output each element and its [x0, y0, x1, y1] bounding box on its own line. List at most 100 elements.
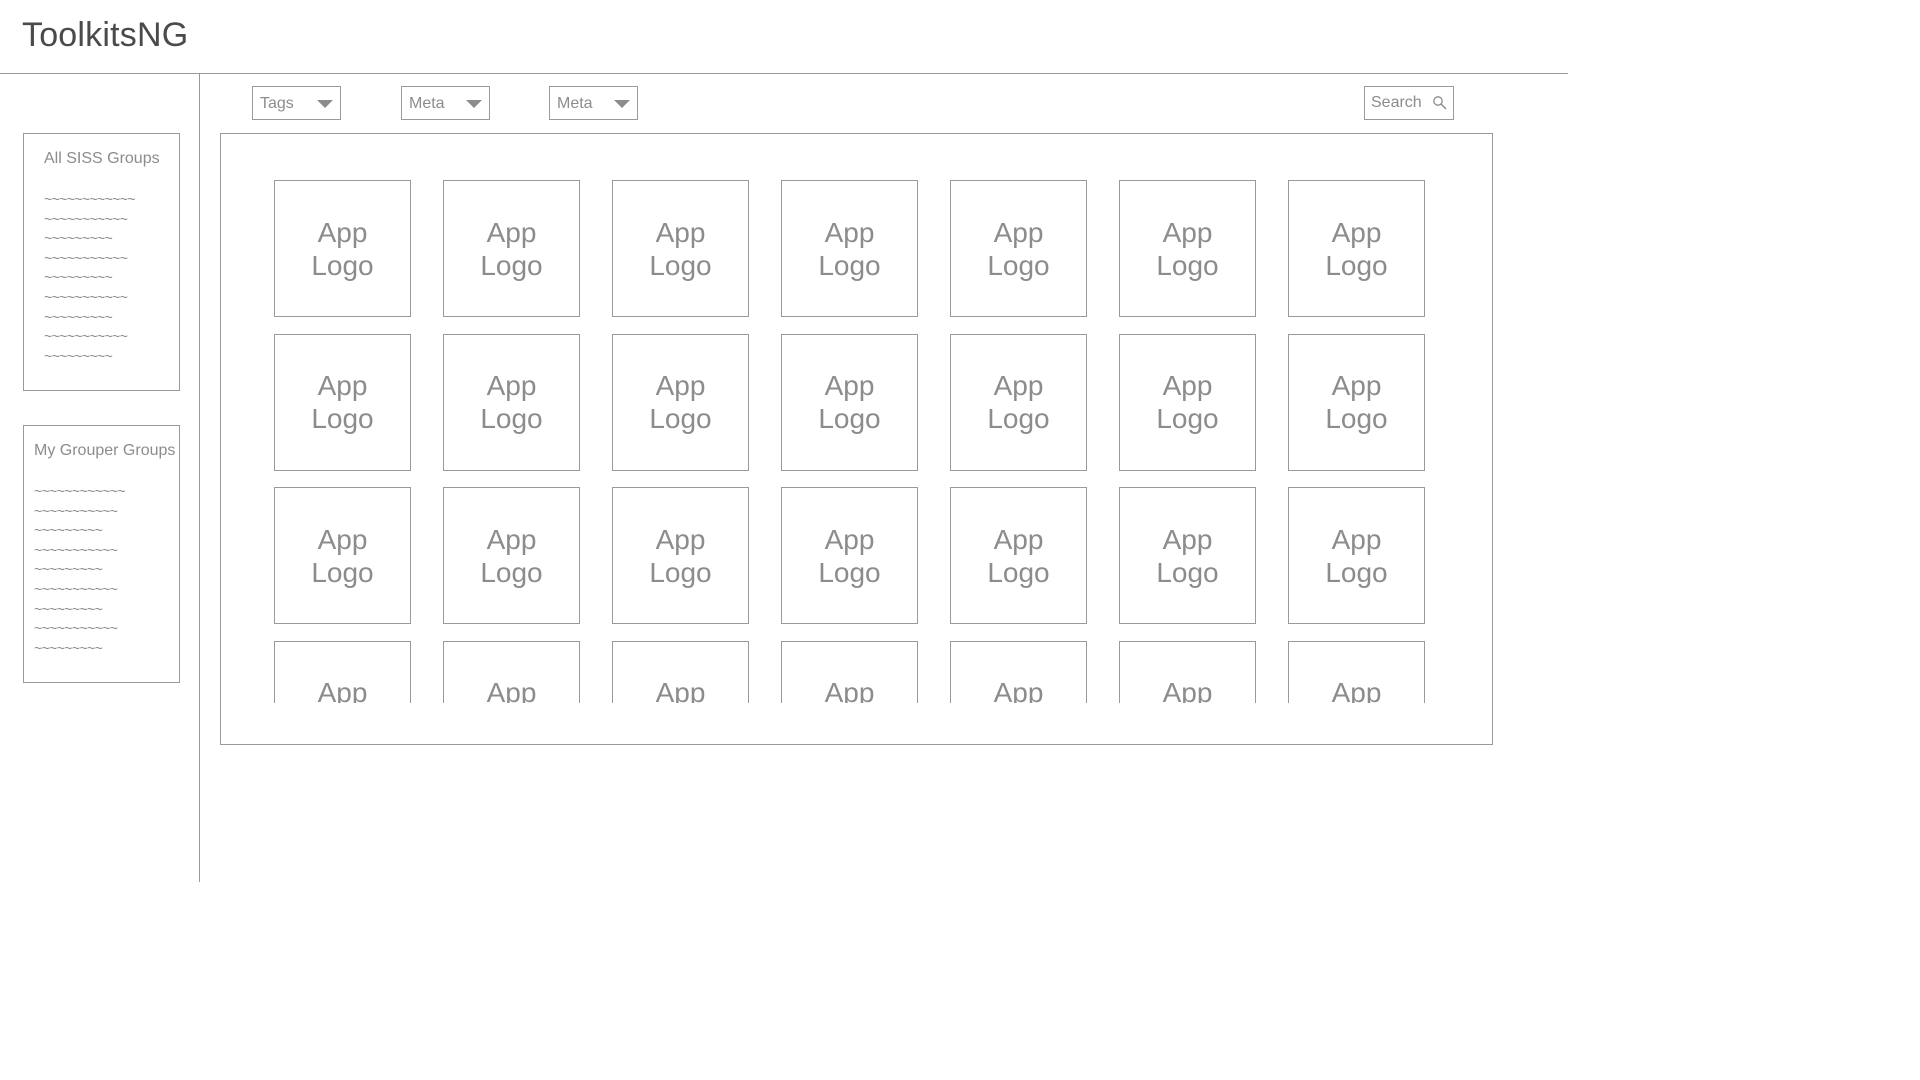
grouper-group-item[interactable]: ~~~~~~~~~~~ — [34, 619, 125, 639]
app-logo-tile[interactable]: AppLogo — [950, 487, 1087, 624]
siss-group-item[interactable]: ~~~~~~~~~~~ — [44, 210, 135, 230]
grouper-group-item[interactable]: ~~~~~~~~~ — [34, 560, 125, 580]
app-logo-text: App — [655, 523, 706, 555]
app-logo-label: AppLogo — [480, 523, 542, 589]
chevron-down-icon — [466, 100, 482, 108]
meta-dropdown-label: Meta — [557, 95, 593, 112]
app-logo-tile[interactable]: AppLogo — [1119, 180, 1256, 317]
siss-group-item[interactable]: ~~~~~~~~~~~ — [44, 288, 135, 308]
meta-dropdown-1[interactable]: Meta — [401, 86, 490, 120]
app-logo-tile[interactable]: AppLogo — [950, 180, 1087, 317]
app-logo-text: App — [317, 677, 368, 703]
search-box — [1364, 86, 1454, 120]
app-logo-text: App — [317, 523, 368, 555]
tags-dropdown-label: Tags — [260, 95, 294, 112]
app-logo-tile[interactable]: AppLogo — [443, 180, 580, 317]
app-logo-tile[interactable]: AppLogo — [950, 333, 1087, 471]
app-logo-text: App — [993, 370, 1044, 401]
siss-group-item[interactable]: ~~~~~~~~~ — [44, 229, 135, 249]
app-logo-tile[interactable]: AppLogo — [781, 640, 918, 703]
tags-dropdown[interactable]: Tags — [252, 86, 341, 120]
app-logo-tile[interactable]: AppLogo — [612, 640, 749, 703]
search-icon[interactable] — [1432, 95, 1448, 111]
siss-groups-title: All SISS Groups — [44, 150, 160, 167]
app-logo-text: Logo — [311, 403, 374, 434]
siss-group-item[interactable]: ~~~~~~~~~~~ — [44, 327, 135, 347]
app-grid[interactable]: App Logo App Logo App Logo App Logo App Logo App Lo… — [221, 134, 1492, 703]
app-logo-text: App — [655, 677, 706, 703]
siss-group-item[interactable]: ~~~~~~~~~ — [44, 347, 135, 367]
app-logo-text: Logo — [311, 249, 374, 281]
app-logo-tile[interactable]: AppLogo — [1288, 180, 1425, 317]
app-logo-text: App — [1162, 677, 1213, 703]
app-logo-tile[interactable]: AppLogo — [1119, 487, 1256, 624]
app-logo-tile[interactable]: AppLogo — [443, 640, 580, 703]
app-logo-tile[interactable]: AppLogo — [781, 487, 918, 624]
app-logo-label: AppLogo — [480, 369, 542, 435]
grouper-group-item[interactable]: ~~~~~~~~~ — [34, 521, 125, 541]
app-logo-tile[interactable]: AppLogo — [612, 180, 749, 317]
app-logo-text: App — [1331, 370, 1382, 401]
app-logo-tile[interactable]: AppLogo — [274, 180, 411, 317]
grouper-group-item[interactable]: ~~~~~~~~~~~~ — [34, 482, 126, 502]
app-logo-tile[interactable]: AppLogo — [950, 640, 1087, 703]
app-logo-tile[interactable]: AppLogo — [781, 333, 918, 471]
app-logo-label: AppLogo — [818, 523, 880, 589]
siss-group-item[interactable]: ~~~~~~~~~~~~ — [44, 190, 136, 210]
app-logo-tile[interactable]: AppLogo — [1119, 333, 1256, 471]
app-logo-text: App — [1331, 523, 1382, 555]
app-logo-text: Logo — [987, 556, 1050, 588]
app-title: ToolkitsNG — [22, 16, 189, 54]
app-logo-tile[interactable]: AppLogo — [1288, 333, 1425, 471]
app-logo-tile[interactable]: AppLogo — [612, 487, 749, 624]
meta-dropdown-2[interactable]: Meta — [549, 86, 638, 120]
app-logo-text: App — [824, 370, 875, 401]
app-logo-label: AppLogo — [1156, 523, 1218, 589]
app-logo-tile[interactable]: AppLogo — [274, 487, 411, 624]
app-logo-text: App — [486, 370, 537, 401]
search-input[interactable] — [1365, 87, 1437, 119]
app-logo-text: App — [1331, 216, 1382, 248]
app-logo-label: AppLogo — [1325, 369, 1387, 435]
app-logo-text: Logo — [480, 403, 543, 434]
grouper-groups-title: My Grouper Groups — [34, 442, 176, 459]
grouper-group-item[interactable]: ~~~~~~~~~~~ — [34, 580, 125, 600]
app-logo-tile[interactable]: AppLogo — [612, 333, 749, 471]
grouper-group-item[interactable]: ~~~~~~~~~ — [34, 639, 125, 659]
siss-group-item[interactable]: ~~~~~~~~~ — [44, 268, 135, 288]
app-logo-text: App — [655, 216, 706, 248]
grouper-group-item[interactable]: ~~~~~~~~~ — [34, 600, 125, 620]
app-logo-tile[interactable]: AppLogo — [1288, 487, 1425, 624]
app-logo-label: AppLogo — [649, 676, 711, 703]
siss-group-item[interactable]: ~~~~~~~~~ — [44, 308, 135, 328]
app-logo-label: AppLogo — [1325, 216, 1387, 282]
app-logo-tile[interactable]: AppLogo — [443, 487, 580, 624]
app-logo-text: App — [824, 216, 875, 248]
app-logo-tile[interactable]: AppLogo — [443, 333, 580, 471]
app-logo-tile[interactable]: AppLogo — [781, 180, 918, 317]
grouper-group-item[interactable]: ~~~~~~~~~~~ — [34, 541, 125, 561]
app-logo-text: App — [993, 523, 1044, 555]
app-logo-label: AppLogo — [1325, 676, 1387, 703]
app-logo-text: Logo — [1156, 249, 1219, 281]
app-logo-text: Logo — [649, 556, 712, 588]
app-logo-tile[interactable]: AppLogo — [274, 333, 411, 471]
app-logo-text: Logo — [1156, 403, 1219, 434]
siss-groups-list: ~~~~~~~~~~~~ ~~~~~~~~~~~ ~~~~~~~~~ ~~~~~… — [44, 190, 136, 367]
app-logo-text: App — [1331, 677, 1382, 703]
app-logo-text: App — [824, 677, 875, 703]
sidebar: All SISS Groups ~~~~~~~~~~~~ ~~~~~~~~~~~… — [0, 74, 200, 882]
app-logo-label: AppLogo — [311, 523, 373, 589]
grouper-groups-list: ~~~~~~~~~~~~ ~~~~~~~~~~~ ~~~~~~~~~ ~~~~~… — [34, 482, 126, 659]
meta-dropdown-label: Meta — [409, 95, 445, 112]
app-logo-text: App — [1162, 370, 1213, 401]
app-logo-tile[interactable]: AppLogo — [1288, 640, 1425, 703]
grouper-group-item[interactable]: ~~~~~~~~~~~ — [34, 502, 125, 522]
app-logo-text: App — [1162, 216, 1213, 248]
app-logo-label: AppLogo — [987, 369, 1049, 435]
app-logo-tile[interactable]: AppLogo — [1119, 640, 1256, 703]
siss-group-item[interactable]: ~~~~~~~~~~~ — [44, 249, 135, 269]
app-logo-text: App — [1162, 523, 1213, 555]
app-logo-text: App — [486, 677, 537, 703]
app-logo-tile[interactable]: AppLogo — [274, 640, 411, 703]
